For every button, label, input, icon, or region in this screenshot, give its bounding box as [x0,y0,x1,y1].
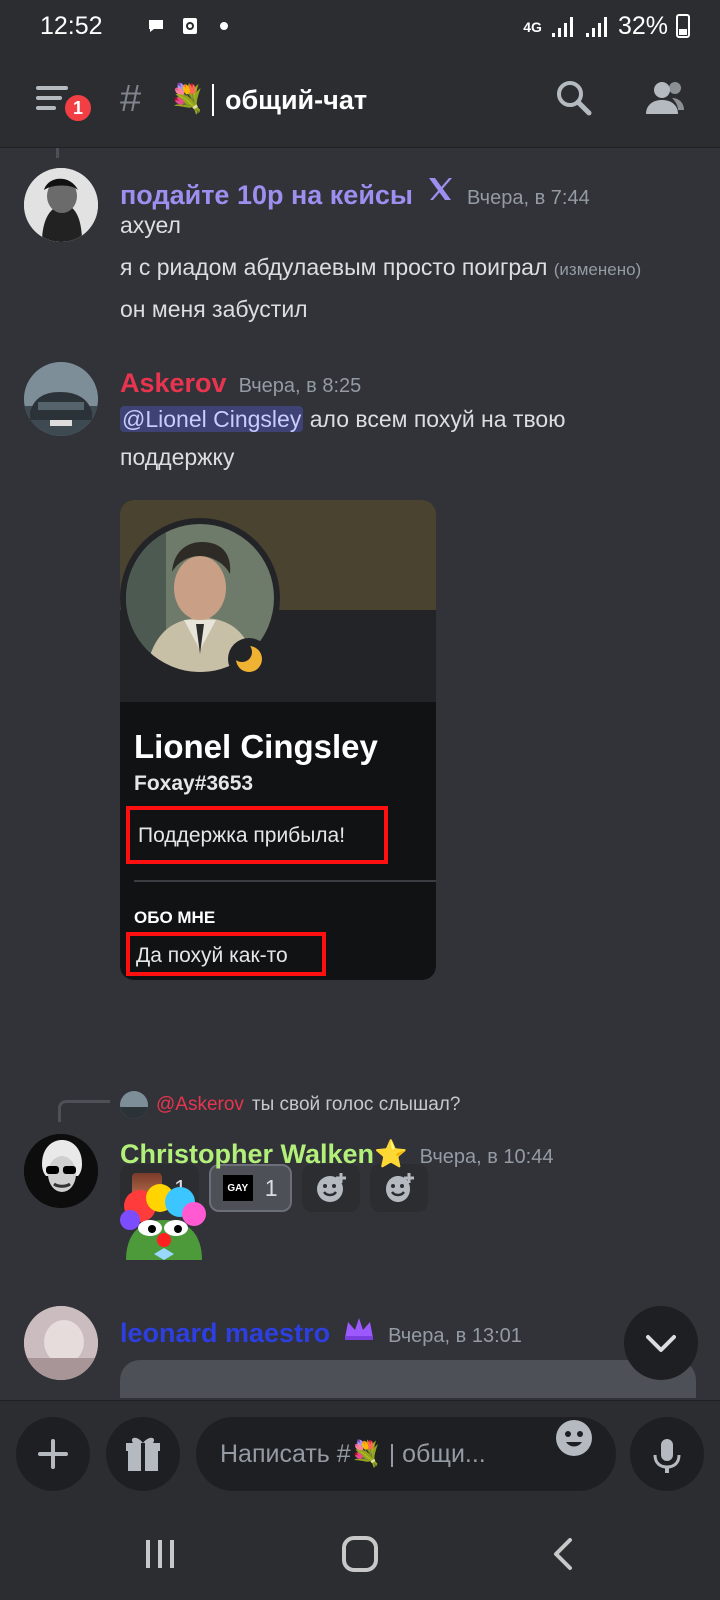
message-text: он меня забустил [120,296,308,322]
message-input[interactable]: Написать #💐 | общи... [196,1417,616,1491]
add-reaction-button[interactable] [301,1164,360,1212]
reply-connector [58,1100,110,1122]
avatar[interactable] [24,168,98,242]
back-button[interactable] [546,1534,582,1574]
status-bar: 12:52 4G 32% [0,0,720,52]
timestamp: Вчера, в 8:25 [238,375,362,397]
gift-button[interactable] [106,1417,180,1491]
author-name[interactable]: leonard maestro [120,1318,330,1349]
recent-apps-button[interactable] [140,1536,180,1572]
battery-percent: 32% [617,12,668,40]
network-type: 4G [523,18,542,35]
hamburger-icon [36,86,68,90]
reaction-count: 1 [264,1174,278,1201]
home-button[interactable] [340,1534,380,1574]
profile-tag: Foxay#3653 [134,772,254,795]
timestamp: Вчера, в 10:44 [419,1146,554,1168]
compose-bar: Написать #💐 | общи... [0,1400,720,1510]
hash-icon: # [120,78,142,120]
message-text: я с риадом абдулаевым просто поиграл [120,254,548,280]
channel-divider [212,84,214,116]
author-name[interactable]: Christopher Walken⭐ [120,1138,408,1170]
profile-name: Lionel Cingsley [134,728,378,765]
idle-moon-icon [232,642,262,672]
gay-sticker-icon: GAY [222,1175,253,1201]
chat-bubble-icon [149,20,163,32]
profile-status: Поддержка прибыла! [126,806,388,864]
timestamp: Вчера, в 7:44 [467,187,590,209]
channel-emoji: 💐 [170,83,205,114]
message-placeholder: Написать #💐 | общи... [220,1440,486,1468]
author-name[interactable]: Askerov [120,368,227,399]
avatar[interactable] [24,362,98,436]
clock: 12:52 [40,12,103,40]
scroll-to-bottom-button[interactable] [624,1306,698,1380]
gift-icon [126,1437,160,1471]
user-mention[interactable]: @Lionel Cingsley [120,406,304,432]
timestamp: Вчера, в 13:01 [388,1325,522,1347]
clown-pepe-emoji[interactable] [120,1184,208,1260]
add-reaction-icon [316,1173,346,1202]
divider [134,880,436,882]
message-list[interactable]: подайте 10р на кейсы Вчера, в 7:44 ахуел… [0,148,720,1398]
x-badge-icon [429,178,452,200]
super-reaction-icon [385,1173,414,1202]
signal-icon [551,16,573,37]
reply-text: ты свой голос слышал? [251,1094,461,1115]
message-text: ало всем похуй на твою [309,406,566,432]
notification-badge: 1 [62,92,94,124]
members-icon[interactable] [642,78,686,118]
reply-reference[interactable]: @Askerov ты свой голос слышал? [120,1091,460,1119]
emoji-picker-icon[interactable] [554,1418,594,1458]
plus-icon [38,1439,68,1469]
search-icon[interactable] [554,78,594,118]
add-super-reaction-button[interactable] [369,1164,428,1212]
reply-author[interactable]: @Askerov [156,1094,244,1116]
crown-icon [345,1318,374,1340]
image-attachment[interactable]: Lionel Cingsley Foxay#3653 Поддержка при… [120,500,436,980]
attachment-preview[interactable] [120,1360,696,1398]
profile-avatar [120,518,280,680]
author-name[interactable]: подайте 10р на кейсы [120,180,413,211]
voice-message-button[interactable] [630,1417,704,1491]
system-nav-bar [0,1510,720,1600]
about-text: Да похуй как-то [126,932,326,976]
message-text: поддержку [120,444,235,470]
reaction[interactable]: GAY 1 [208,1164,292,1212]
channel-header: 1 # 💐 общий-чат [0,52,720,148]
signal-icon-2 [585,16,607,37]
previous-message-remnant [56,148,59,158]
avatar[interactable] [24,1306,98,1380]
edited-label: (изменено) [553,260,642,279]
app-notification-icon [183,18,197,34]
add-attachment-button[interactable] [16,1417,90,1491]
avatar[interactable] [24,1134,98,1208]
battery-icon [676,14,690,38]
microphone-icon [653,1439,681,1473]
reply-avatar [120,1091,148,1119]
about-header: ОБО МНЕ [134,908,216,927]
message-text: ахуел [120,212,181,238]
chevron-down-icon [646,1335,676,1352]
dot-icon [220,22,228,30]
channel-name[interactable]: общий-чат [225,85,367,116]
